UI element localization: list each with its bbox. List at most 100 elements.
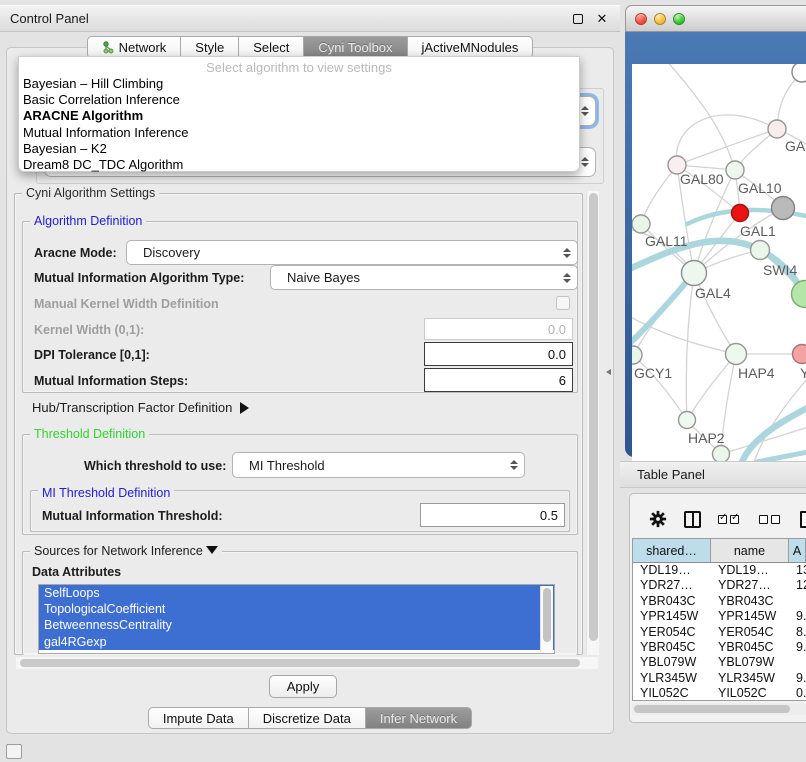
panel-grip-icon[interactable] — [6, 744, 22, 759]
network-node-swi4[interactable] — [751, 241, 770, 260]
table-row[interactable]: YDL19…YDL19…13 — [633, 563, 806, 578]
minimize-window-icon[interactable] — [654, 13, 666, 25]
network-node-hap4[interactable] — [726, 344, 747, 365]
sources-group-title[interactable]: Sources for Network Inference — [30, 544, 222, 558]
network-node-hap2[interactable] — [679, 412, 696, 429]
network-node-gal[interactable] — [768, 120, 786, 138]
network-node[interactable] — [772, 197, 795, 220]
settings-horizontal-scrollbar[interactable] — [16, 657, 598, 669]
dropdown-item[interactable]: ARACNE Algorithm — [19, 108, 579, 124]
tab-impute-data[interactable]: Impute Data — [148, 707, 249, 729]
combo-arrows-icon — [562, 248, 571, 258]
table-cell: YBR043C — [633, 594, 711, 609]
chevron-right-icon — [240, 402, 249, 414]
which-threshold-label: Which threshold to use: — [84, 459, 226, 473]
dropdown-item[interactable]: Bayesian – K2 — [19, 141, 579, 157]
hub-definition-toggle[interactable]: Hub/Transcription Factor Definition — [32, 400, 249, 415]
dropdown-item[interactable]: Basic Correlation Inference — [19, 92, 579, 108]
threshold-definition-title: Threshold Definition — [30, 427, 149, 441]
network-node-gal4[interactable] — [682, 261, 707, 286]
table-row[interactable]: YBR043CYBR043C — [633, 594, 806, 609]
network-node-y[interactable] — [793, 345, 806, 364]
attribute-list-item[interactable]: SelfLoops — [39, 585, 554, 601]
mi-steps-label: Mutual Information Steps: — [34, 374, 188, 388]
network-node-gal1[interactable] — [732, 205, 749, 222]
network-node-label: GAL10 — [738, 180, 782, 196]
select-all-icon[interactable] — [718, 515, 742, 524]
node-attribute-table[interactable]: shared…nameA YDL19…YDL19…13YDR27…YDR27…1… — [632, 538, 806, 701]
attribute-list-item[interactable]: gal4RGexp — [39, 634, 554, 650]
table-row[interactable]: YIL052CYIL052C0. — [633, 686, 806, 701]
network-node-label: GAL80 — [680, 171, 724, 187]
table-cell: YBL079W — [711, 655, 789, 670]
table-row[interactable]: YBL079WYBL079W — [633, 655, 806, 670]
tab-infer-network[interactable]: Infer Network — [366, 707, 472, 729]
network-node-label: Y — [800, 365, 806, 381]
which-threshold-combobox[interactable]: MI Threshold — [232, 452, 525, 478]
table-cell: YPR145W — [633, 609, 711, 624]
manual-kernel-width-checkbox[interactable] — [556, 296, 570, 310]
control-panel-titlebar: Control Panel ✕ — [0, 5, 620, 32]
mi-steps-field[interactable] — [424, 368, 573, 392]
application-window: Control Panel ✕ NetworkStyleSelectCyni T… — [0, 0, 806, 762]
network-node[interactable] — [713, 446, 730, 463]
aracne-mode-label: Aracne Mode: — [34, 246, 117, 260]
table-cell: 9. — [789, 640, 806, 655]
mi-algorithm-type-combobox[interactable]: Naive Bayes — [270, 265, 578, 290]
data-attributes-label: Data Attributes — [32, 565, 121, 579]
dropdown-item[interactable]: Mutual Information Inference — [19, 125, 579, 141]
new-table-icon[interactable] — [800, 511, 806, 528]
control-panel-bottom-tabs: Impute DataDiscretize DataInfer Network — [0, 707, 620, 729]
table-horizontal-scrollbar[interactable] — [632, 703, 806, 715]
dpi-tolerance-label: DPI Tolerance [0,1]: — [34, 348, 150, 362]
network-node-label: GAL4 — [695, 285, 731, 301]
split-columns-icon[interactable] — [684, 511, 701, 528]
apply-button[interactable]: Apply — [269, 675, 337, 698]
splitter-handle[interactable] — [606, 369, 611, 375]
attributes-scrollbar[interactable] — [540, 586, 553, 652]
network-node-label: GCY1 — [634, 365, 672, 381]
table-cell: 9. — [789, 671, 806, 686]
mi-threshold-field[interactable] — [420, 503, 565, 527]
algorithm-dropdown-popup: Select algorithm to view settings Bayesi… — [18, 56, 580, 172]
dpi-tolerance-field[interactable] — [424, 342, 573, 366]
tab-discretize-data[interactable]: Discretize Data — [249, 707, 366, 729]
combo-arrows-icon — [580, 106, 589, 116]
table-row[interactable]: YER054CYER054C8. — [633, 625, 806, 640]
network-node-gal10[interactable] — [726, 161, 744, 179]
column-header-name[interactable]: name — [711, 539, 789, 562]
network-icon — [102, 41, 114, 54]
close-panel-icon[interactable]: ✕ — [594, 11, 610, 27]
aracne-mode-combobox[interactable]: Discovery — [126, 240, 578, 265]
table-cell: YIL052C — [711, 686, 789, 701]
settings-vertical-scrollbar[interactable] — [586, 191, 599, 655]
table-row[interactable]: YLR345WYLR345W9. — [633, 671, 806, 686]
attribute-list-item[interactable]: BetweennessCentrality — [39, 617, 554, 633]
kernel-width-label: Kernel Width (0,1): — [34, 323, 144, 337]
zoom-window-icon[interactable] — [673, 13, 685, 25]
column-header-A[interactable]: A — [789, 539, 806, 562]
column-header-shared…[interactable]: shared… — [633, 539, 711, 562]
attribute-list-item[interactable]: TopologicalCoefficient — [39, 601, 554, 617]
table-row[interactable]: YPR145WYPR145W9. — [633, 609, 806, 624]
combo-arrows-icon — [580, 157, 589, 167]
deselect-all-icon[interactable] — [759, 515, 783, 524]
table-cell: 12 — [789, 578, 806, 593]
dropdown-item[interactable]: Bayesian – Hill Climbing — [19, 76, 579, 92]
table-row[interactable]: YDR27…YDR27…12 — [633, 578, 806, 593]
float-panel-icon[interactable] — [570, 11, 586, 27]
network-node[interactable] — [792, 64, 806, 82]
close-window-icon[interactable] — [635, 13, 647, 25]
table-cell: YER054C — [633, 625, 711, 640]
gear-icon[interactable] — [649, 510, 667, 528]
network-node-label: SWI4 — [763, 262, 797, 278]
table-panel-titlebar: Table Panel — [620, 461, 806, 488]
network-window-titlebar[interactable] — [625, 5, 806, 32]
network-canvas[interactable]: GALGAL80GAL10GAL1GAL11SWI4GAL4GCY1HAP4YH… — [632, 64, 806, 462]
table-row[interactable]: YBR045CYBR045C9. — [633, 640, 806, 655]
data-attributes-list[interactable]: SelfLoopsTopologicalCoefficientBetweenne… — [38, 584, 555, 654]
dropdown-item[interactable]: Dream8 DC_TDC Algorithm — [19, 157, 579, 173]
kernel-width-field[interactable] — [424, 318, 573, 340]
network-node[interactable] — [792, 281, 806, 308]
network-node-gal11[interactable] — [632, 215, 650, 233]
